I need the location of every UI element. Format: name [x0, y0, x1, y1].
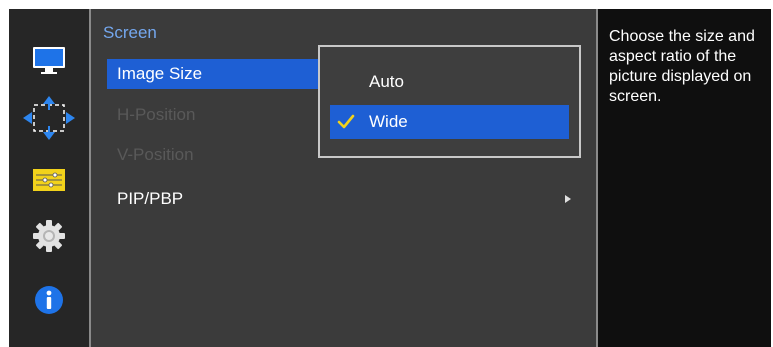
- description-text: Choose the size and aspect ratio of the …: [609, 28, 755, 105]
- submenu-arrow-icon: [565, 195, 571, 203]
- option-auto[interactable]: Auto: [330, 65, 569, 99]
- gear-icon[interactable]: [9, 211, 89, 261]
- menu-item-pip-pbp[interactable]: PIP/PBP: [107, 184, 325, 214]
- image-size-submenu: Auto Wide: [318, 45, 581, 158]
- category-rail: [9, 9, 91, 347]
- color-settings-icon[interactable]: [9, 155, 89, 205]
- menu-title: Screen: [103, 23, 157, 42]
- menu-item-h-position: H-Position: [117, 105, 196, 124]
- osd-menu: Screen Image Size H-Position V-Position …: [9, 9, 771, 347]
- checkmark-icon: [337, 114, 355, 129]
- menu-panel: Screen Image Size H-Position V-Position …: [91, 9, 596, 347]
- option-wide-label: Wide: [369, 112, 408, 131]
- monitor-icon[interactable]: [9, 36, 89, 86]
- option-auto-label: Auto: [369, 72, 404, 91]
- option-wide[interactable]: Wide: [330, 105, 569, 139]
- screen-position-icon[interactable]: [9, 93, 89, 143]
- menu-item-v-position: V-Position: [117, 145, 194, 164]
- description-panel: Choose the size and aspect ratio of the …: [596, 9, 771, 347]
- menu-item-image-size[interactable]: Image Size: [107, 59, 325, 89]
- info-icon[interactable]: [9, 275, 89, 325]
